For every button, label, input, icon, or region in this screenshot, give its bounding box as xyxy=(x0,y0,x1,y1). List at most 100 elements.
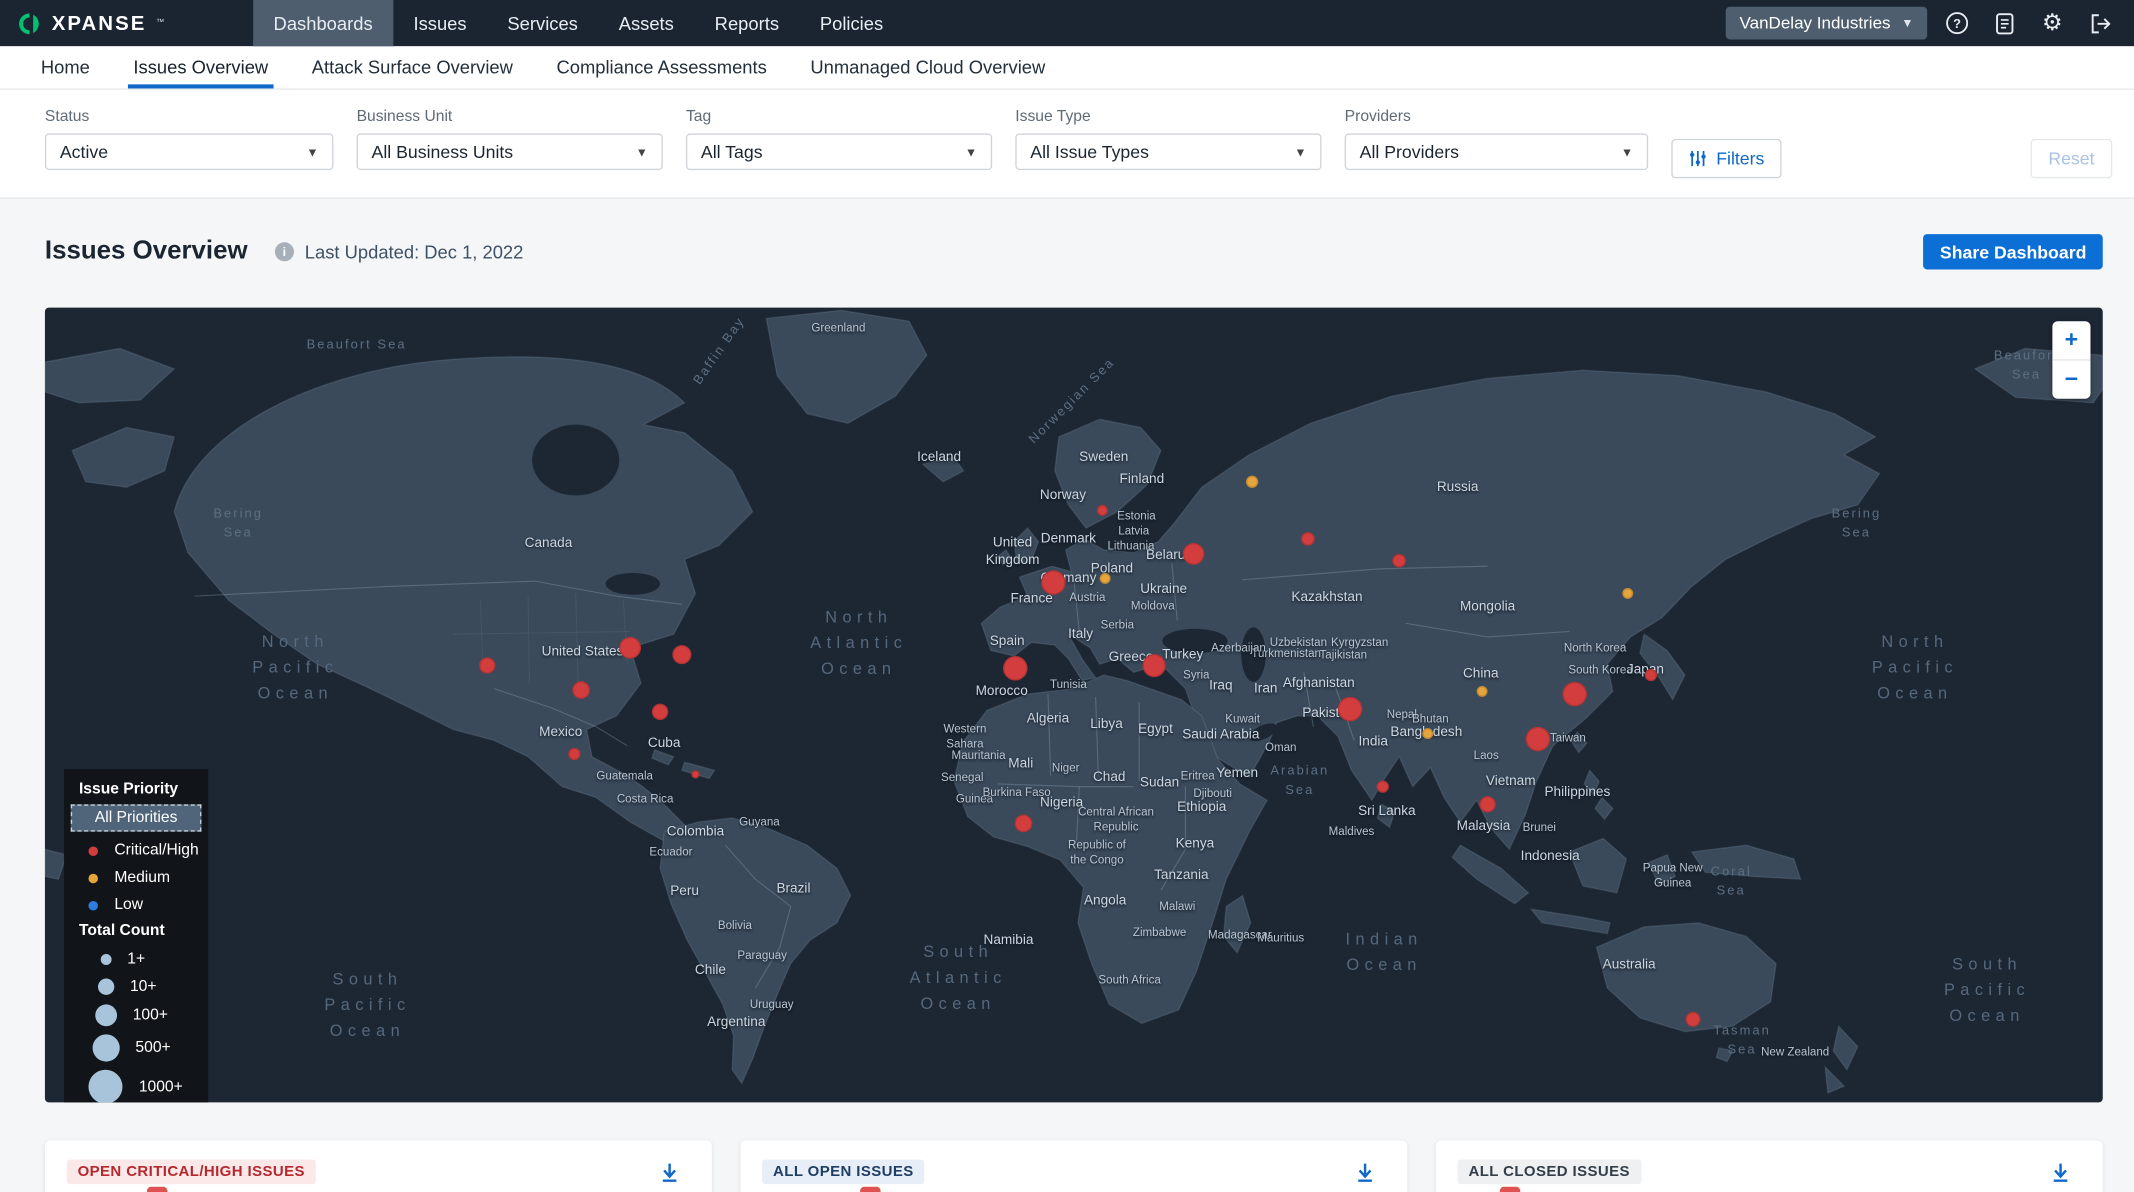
account-label: VanDelay Industries xyxy=(1740,14,1891,33)
issue-cards-row: OPEN CRITICAL/HIGH ISSUES ALL OPEN ISSUES… xyxy=(45,1141,2103,1192)
issue-marker-medium[interactable] xyxy=(1622,588,1633,599)
legend-item-label: Low xyxy=(114,897,143,913)
share-dashboard-button[interactable]: Share Dashboard xyxy=(1924,234,2103,269)
issue-marker-critical[interactable] xyxy=(1392,554,1406,568)
tab-unmanaged-cloud-overview[interactable]: Unmanaged Cloud Overview xyxy=(810,46,1045,88)
filter-select-providers[interactable]: All Providers▼ xyxy=(1345,133,1649,170)
download-icon[interactable] xyxy=(660,1162,679,1182)
filter-field-providers: Providers All Providers▼ xyxy=(1345,109,1649,197)
filter-label: Providers xyxy=(1345,109,1649,125)
filter-select-status[interactable]: Active▼ xyxy=(45,133,334,170)
legend-count-1000plus: 1000+ xyxy=(64,1066,208,1103)
issue-marker-critical[interactable] xyxy=(1183,543,1205,565)
topnav-item-issues[interactable]: Issues xyxy=(393,0,487,46)
filter-select-issue-type[interactable]: All Issue Types▼ xyxy=(1015,133,1321,170)
filter-field-issue-type: Issue TypeAll Issue Types▼ xyxy=(1015,109,1321,197)
download-icon[interactable] xyxy=(1356,1162,1375,1182)
filter-label: Business Unit xyxy=(357,109,663,125)
issue-marker-critical[interactable] xyxy=(1301,532,1315,546)
help-icon[interactable]: ? xyxy=(1939,5,1974,40)
legend-item-critical-high[interactable]: Critical/High xyxy=(64,837,208,864)
sign-out-icon[interactable] xyxy=(2082,5,2117,40)
clipped-count-badge xyxy=(860,1187,880,1192)
chevron-down-icon: ▼ xyxy=(636,145,648,159)
issue-marker-critical[interactable] xyxy=(1338,697,1362,721)
legend-item-medium[interactable]: Medium xyxy=(64,864,208,891)
issue-marker-critical[interactable] xyxy=(1686,1012,1701,1027)
last-updated-text: Last Updated: Dec 1, 2022 xyxy=(305,242,524,262)
legend-count-10plus: 10+ xyxy=(64,973,208,1000)
issue-marker-critical[interactable] xyxy=(1479,796,1495,812)
map-row: GreenlandIcelandCanadaUnited StatesMexic… xyxy=(45,308,2103,1103)
zoom-out-icon[interactable]: − xyxy=(2052,361,2090,399)
topbar-right: VanDelay Industries ▼ ? ⚙ xyxy=(1726,0,2134,46)
issue-marker-critical[interactable] xyxy=(1645,669,1657,681)
legend-count-label: 1000+ xyxy=(139,1079,183,1095)
topnav-item-policies[interactable]: Policies xyxy=(799,0,903,46)
legend-count-label: 10+ xyxy=(130,979,157,995)
count-circle-icon xyxy=(100,954,111,965)
issue-marker-critical[interactable] xyxy=(479,657,495,673)
reset-button-label: Reset xyxy=(2048,148,2094,168)
chevron-down-icon: ▼ xyxy=(1901,16,1913,30)
priority-dot-icon xyxy=(88,873,98,883)
account-menu-button[interactable]: VanDelay Industries ▼ xyxy=(1726,7,1927,40)
tab-issues-overview[interactable]: Issues Overview xyxy=(133,46,268,88)
share-dashboard-label: Share Dashboard xyxy=(1940,242,2087,262)
issue-marker-medium[interactable] xyxy=(1100,573,1111,584)
legend-all-priorities[interactable]: All Priorities xyxy=(71,804,202,831)
issue-marker-critical[interactable] xyxy=(1003,656,1027,680)
issue-marker-critical[interactable] xyxy=(1143,654,1166,677)
issue-marker-critical[interactable] xyxy=(652,704,668,720)
tab-compliance-assessments[interactable]: Compliance Assessments xyxy=(556,46,766,88)
legend-count-label: 1+ xyxy=(127,951,145,967)
filter-field-tag: TagAll Tags▼ xyxy=(686,109,992,197)
filter-field-status: StatusActive▼ xyxy=(45,109,334,197)
tab-attack-surface-overview[interactable]: Attack Surface Overview xyxy=(312,46,513,88)
brand-trademark: ™ xyxy=(156,19,164,27)
priority-dot-icon xyxy=(88,846,98,856)
filter-select-tag[interactable]: All Tags▼ xyxy=(686,133,992,170)
legend-count-100plus: 100+ xyxy=(64,1000,208,1030)
topnav-item-reports[interactable]: Reports xyxy=(694,0,799,46)
issue-marker-critical[interactable] xyxy=(619,637,641,659)
card-header: ALL OPEN ISSUES xyxy=(740,1141,1407,1185)
issue-marker-critical[interactable] xyxy=(568,748,580,760)
filters-button[interactable]: Filters xyxy=(1671,139,1782,178)
legend-count-label: 500+ xyxy=(135,1040,170,1056)
info-icon[interactable]: i xyxy=(275,242,294,261)
issue-marker-critical[interactable] xyxy=(1097,505,1108,516)
filters-button-label: Filters xyxy=(1716,148,1764,168)
legend-item-label: Medium xyxy=(114,870,170,886)
issue-marker-critical[interactable] xyxy=(1041,570,1065,594)
map-legend: Issue Priority All Priorities Critical/H… xyxy=(64,769,208,1102)
issue-marker-critical[interactable] xyxy=(1015,815,1033,833)
settings-icon[interactable]: ⚙ xyxy=(2035,5,2070,40)
issue-marker-medium[interactable] xyxy=(1477,686,1488,697)
legend-priority-title: Issue Priority xyxy=(64,777,208,804)
world-map[interactable]: GreenlandIcelandCanadaUnited StatesMexic… xyxy=(45,308,2103,1103)
reset-button[interactable]: Reset xyxy=(2031,139,2113,178)
issue-marker-critical[interactable] xyxy=(1526,727,1550,751)
issue-marker-critical[interactable] xyxy=(672,645,691,664)
topnav-item-services[interactable]: Services xyxy=(487,0,598,46)
issue-marker-critical[interactable] xyxy=(1377,781,1389,793)
legend-count-500plus: 500+ xyxy=(64,1030,208,1065)
issue-marker-critical[interactable] xyxy=(691,770,699,778)
tab-home[interactable]: Home xyxy=(41,46,90,88)
issue-marker-critical[interactable] xyxy=(1562,682,1586,706)
issue-marker-medium[interactable] xyxy=(1422,728,1433,739)
card-title-badge: ALL CLOSED ISSUES xyxy=(1458,1160,1641,1184)
topnav-item-dashboards[interactable]: Dashboards xyxy=(253,0,393,46)
download-icon[interactable] xyxy=(2051,1162,2070,1182)
issue-card-critical: OPEN CRITICAL/HIGH ISSUES xyxy=(45,1141,712,1192)
issue-marker-medium[interactable] xyxy=(1246,476,1258,488)
release-notes-icon[interactable] xyxy=(1987,5,2022,40)
issue-marker-critical[interactable] xyxy=(572,681,590,699)
legend-item-low[interactable]: Low xyxy=(64,891,208,918)
filter-select-business-unit[interactable]: All Business Units▼ xyxy=(357,133,663,170)
topnav-item-assets[interactable]: Assets xyxy=(598,0,694,46)
zoom-in-icon[interactable]: + xyxy=(2052,321,2090,359)
clipped-count-badge xyxy=(147,1187,167,1192)
map-zoom-control: + − xyxy=(2052,321,2090,399)
